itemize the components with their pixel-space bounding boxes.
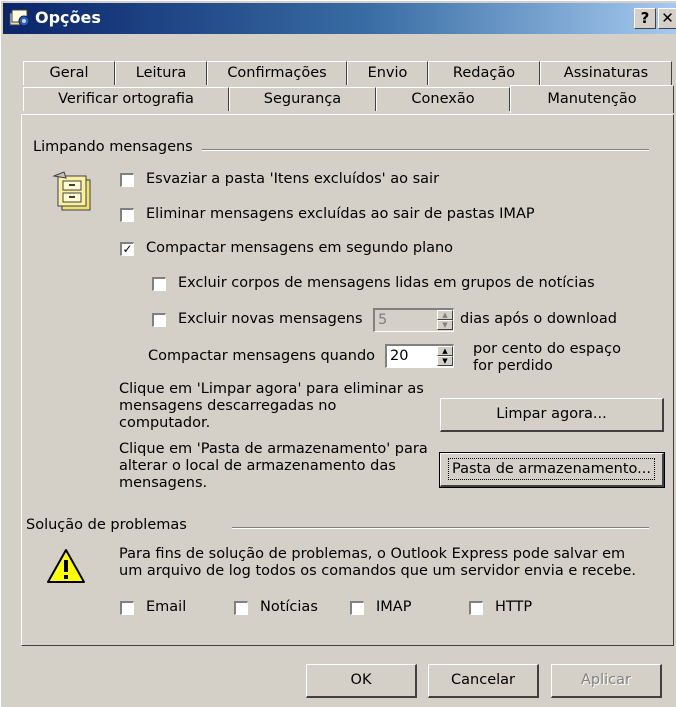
delete-news-checkbox[interactable] — [152, 313, 166, 327]
days-down-button[interactable]: ▼ — [437, 320, 453, 330]
group-divider — [232, 527, 649, 529]
log-http-label[interactable]: HTTP — [495, 599, 532, 615]
clean-description: Clique em 'Limpar agora' para eliminar a… — [119, 381, 424, 431]
apply-button[interactable]: Aplicar — [551, 664, 662, 698]
percent-after-label: por cento do espaço for perdido — [473, 341, 621, 374]
file-cabinet-icon — [52, 171, 91, 211]
store-folder-button[interactable]: Pasta de armazenamento... — [439, 452, 665, 488]
purge-imap-checkbox[interactable] — [120, 208, 134, 222]
troubleshooting-description: Para fins de solução de problemas, o Out… — [119, 546, 637, 579]
percent-spinner[interactable]: 20 ▲ ▼ — [385, 344, 454, 368]
warning-icon — [47, 549, 85, 583]
options-icon — [9, 9, 30, 27]
tab-seguranca[interactable]: Segurança — [229, 87, 376, 111]
log-imap-checkbox[interactable] — [350, 601, 364, 615]
tab-geral[interactable]: Geral — [23, 61, 115, 85]
days-value: 5 — [378, 312, 388, 328]
log-http-checkbox[interactable] — [469, 601, 483, 615]
delete-read-bodies-label[interactable]: Excluir corpos de mensagens lidas em gru… — [178, 275, 595, 291]
clean-now-button[interactable]: Limpar agora... — [440, 398, 664, 432]
tab-envio[interactable]: Envio — [347, 61, 428, 85]
log-news-checkbox[interactable] — [234, 601, 248, 615]
compact-when-label: Compactar mensagens quando — [148, 348, 376, 364]
group-divider — [202, 149, 649, 151]
empty-deleted-label[interactable]: Esvaziar a pasta 'Itens excluídos' ao sa… — [146, 171, 439, 187]
purge-imap-label[interactable]: Eliminar mensagens excluídas ao sair de … — [146, 206, 535, 222]
close-button[interactable]: ✕ — [658, 8, 676, 29]
days-spinner[interactable]: 5 ▲ ▼ — [373, 308, 454, 332]
percent-value: 20 — [390, 348, 409, 364]
empty-deleted-checkbox[interactable] — [120, 173, 134, 187]
tab-leitura[interactable]: Leitura — [115, 61, 207, 85]
store-description: Clique em 'Pasta de armazenamento' para … — [119, 441, 428, 491]
tab-assinaturas[interactable]: Assinaturas — [540, 61, 672, 85]
log-imap-label[interactable]: IMAP — [376, 599, 411, 615]
window-title: Opções — [35, 8, 101, 27]
cleaning-group-label: Limpando mensagens — [33, 139, 199, 155]
percent-down-button[interactable]: ▼ — [437, 356, 453, 366]
help-button[interactable]: ? — [634, 8, 656, 29]
tab-manutencao[interactable]: Manutenção — [510, 85, 674, 113]
tab-confirmacoes[interactable]: Confirmações — [207, 61, 347, 85]
tab-conexao[interactable]: Conexão — [376, 87, 510, 111]
log-email-checkbox[interactable] — [120, 601, 134, 615]
percent-up-button[interactable]: ▲ — [437, 346, 453, 356]
maintenance-panel: Limpando mensagens Esvaziar a pasta 'Ite… — [21, 114, 674, 646]
delete-news-label[interactable]: Excluir novas mensagens — [178, 311, 363, 327]
ok-button[interactable]: OK — [306, 664, 417, 698]
log-email-label[interactable]: Email — [146, 599, 186, 615]
troubleshooting-group-label: Solução de problemas — [26, 517, 193, 533]
options-dialog: Opções ? ✕ Geral Leitura Confirmações En… — [0, 0, 676, 707]
days-after-label: dias após o download — [460, 311, 618, 327]
delete-read-bodies-checkbox[interactable] — [152, 277, 166, 291]
log-news-label[interactable]: Notícias — [260, 599, 318, 615]
tab-verificar-ortografia[interactable]: Verificar ortografia — [23, 87, 229, 111]
compact-background-checkbox[interactable]: ✓ — [120, 242, 134, 256]
days-up-button[interactable]: ▲ — [437, 310, 453, 320]
compact-background-label[interactable]: Compactar mensagens em segundo plano — [146, 240, 453, 256]
cancel-button[interactable]: Cancelar — [428, 664, 539, 698]
title-bar[interactable]: Opções ? ✕ — [3, 3, 676, 34]
tab-redacao[interactable]: Redação — [428, 61, 540, 85]
